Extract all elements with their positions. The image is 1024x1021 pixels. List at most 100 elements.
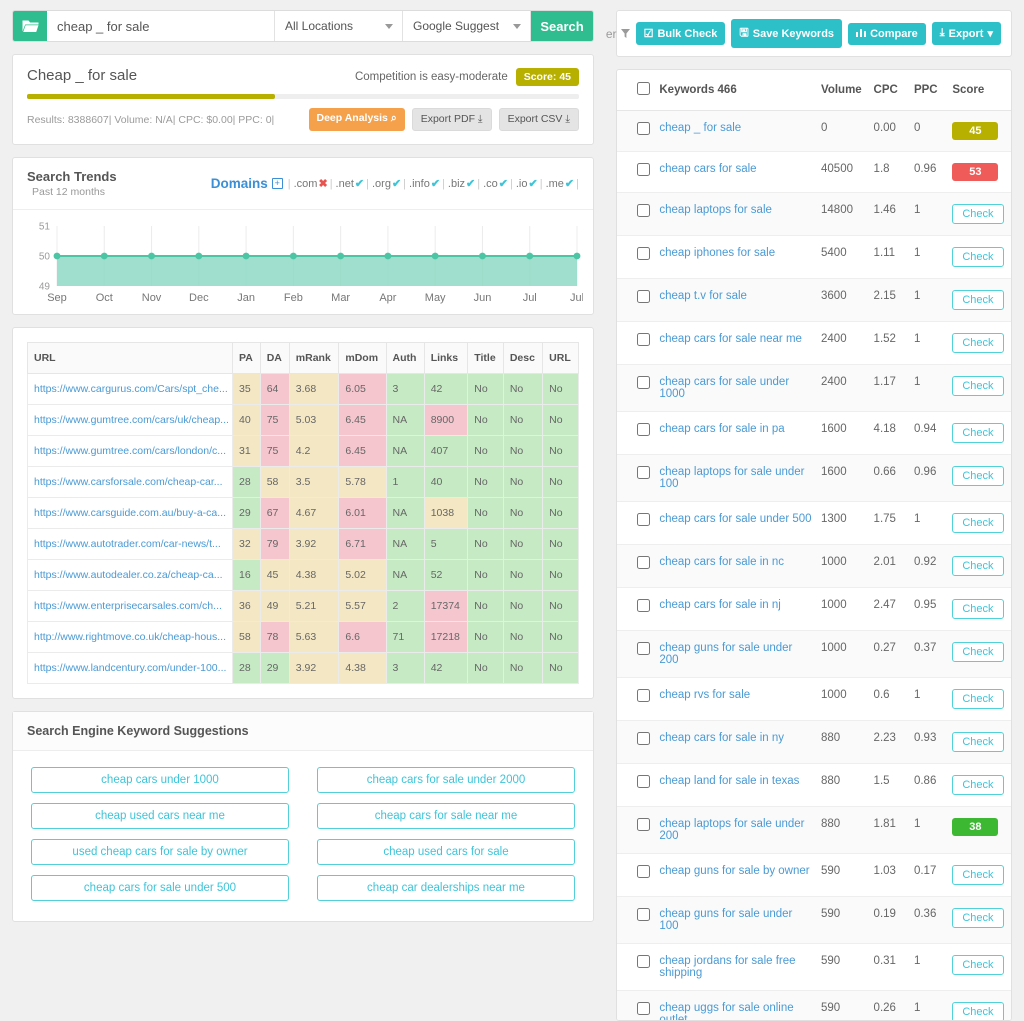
url-table-column-header[interactable]: DA xyxy=(259,342,290,374)
url-link[interactable]: https://www.landcentury.com/under-100... xyxy=(34,662,226,674)
url-cell[interactable]: https://www.carsforsale.com/cheap-car... xyxy=(27,466,233,498)
keyword-link[interactable]: cheap cars for sale in pa xyxy=(659,423,784,435)
row-checkbox[interactable] xyxy=(637,513,650,526)
ppc-column-header[interactable]: PPC xyxy=(909,70,949,111)
check-score-button[interactable]: Check xyxy=(952,556,1004,576)
row-checkbox[interactable] xyxy=(637,376,650,389)
url-table-column-header[interactable]: Links xyxy=(423,342,469,374)
check-score-button[interactable]: Check xyxy=(952,204,1004,224)
row-checkbox[interactable] xyxy=(637,333,650,346)
check-score-button[interactable]: Check xyxy=(952,865,1004,885)
volume-column-header[interactable]: Volume xyxy=(817,70,870,111)
row-checkbox[interactable] xyxy=(637,775,650,788)
row-checkbox[interactable] xyxy=(637,423,650,436)
url-cell[interactable]: https://www.enterprisecarsales.com/ch... xyxy=(27,590,233,622)
search-button[interactable]: Search xyxy=(531,11,593,41)
check-score-button[interactable]: Check xyxy=(952,290,1004,310)
row-checkbox[interactable] xyxy=(637,1002,650,1015)
keyword-link[interactable]: cheap laptops for sale under 200 xyxy=(659,818,804,842)
source-select[interactable]: Google Suggest xyxy=(403,11,531,41)
keyword-suggestion-button[interactable]: cheap cars for sale under 500 xyxy=(31,875,289,901)
url-link[interactable]: https://www.autotrader.com/car-news/t... xyxy=(34,538,221,550)
row-checkbox[interactable] xyxy=(637,204,650,217)
row-checkbox[interactable] xyxy=(637,818,650,831)
cpc-column-header[interactable]: CPC xyxy=(869,70,910,111)
keyword-link[interactable]: cheap cars for sale in nc xyxy=(659,556,784,568)
url-link[interactable]: https://www.enterprisecarsales.com/ch... xyxy=(34,600,222,612)
keyword-link[interactable]: cheap land for sale in texas xyxy=(659,775,799,787)
row-checkbox[interactable] xyxy=(637,556,650,569)
keywords-column-header[interactable]: Keywords 466 xyxy=(655,70,818,111)
row-checkbox[interactable] xyxy=(637,466,650,479)
row-checkbox[interactable] xyxy=(637,122,650,135)
url-cell[interactable]: https://www.carsguide.com.au/buy-a-ca... xyxy=(27,497,233,529)
row-checkbox[interactable] xyxy=(637,290,650,303)
row-checkbox[interactable] xyxy=(637,732,650,745)
export-button[interactable]: ⤓ Export ▾ xyxy=(931,22,1001,45)
keyword-link[interactable]: cheap jordans for sale free shipping xyxy=(659,955,795,979)
url-table-column-header[interactable]: URL xyxy=(542,342,579,374)
url-cell[interactable]: https://www.autodealer.co.za/cheap-ca... xyxy=(27,559,233,591)
url-link[interactable]: https://www.carsguide.com.au/buy-a-ca... xyxy=(34,507,226,519)
compare-button[interactable]: Compare xyxy=(848,22,926,45)
keyword-suggestion-button[interactable]: used cheap cars for sale by owner xyxy=(31,839,289,865)
url-cell[interactable]: https://www.autotrader.com/car-news/t... xyxy=(27,528,233,560)
select-all-checkbox[interactable] xyxy=(637,82,650,95)
export-pdf-button[interactable]: Export PDF ⤓ xyxy=(411,108,492,131)
keyword-suggestion-button[interactable]: cheap used cars near me xyxy=(31,803,289,829)
check-score-button[interactable]: Check xyxy=(952,955,1004,975)
keyword-link[interactable]: cheap guns for sale under 100 xyxy=(659,908,792,932)
url-cell[interactable]: https://www.cargurus.com/Cars/spt_che... xyxy=(27,373,233,405)
check-score-button[interactable]: Check xyxy=(952,775,1004,795)
check-score-button[interactable]: Check xyxy=(952,732,1004,752)
check-score-button[interactable]: Check xyxy=(952,247,1004,267)
url-table-column-header[interactable]: Title xyxy=(467,342,504,374)
export-csv-button[interactable]: Export CSV ⤓ xyxy=(498,108,579,131)
folder-open-icon[interactable] xyxy=(13,11,47,41)
keyword-link[interactable]: cheap iphones for sale xyxy=(659,247,775,259)
keyword-link[interactable]: cheap cars for sale in nj xyxy=(659,599,780,611)
url-table-column-header[interactable]: URL xyxy=(27,342,233,374)
check-score-button[interactable]: Check xyxy=(952,513,1004,533)
keyword-link[interactable]: cheap t.v for sale xyxy=(659,290,747,302)
keyword-suggestion-button[interactable]: cheap cars for sale near me xyxy=(317,803,575,829)
keyword-link[interactable]: cheap guns for sale under 200 xyxy=(659,642,792,666)
row-checkbox[interactable] xyxy=(637,599,650,612)
check-score-button[interactable]: Check xyxy=(952,423,1004,443)
row-checkbox[interactable] xyxy=(637,689,650,702)
check-score-button[interactable]: Check xyxy=(952,908,1004,928)
plus-box-icon[interactable]: + xyxy=(271,178,283,189)
row-checkbox[interactable] xyxy=(637,247,650,260)
check-score-button[interactable]: Check xyxy=(952,466,1004,486)
check-score-button[interactable]: Check xyxy=(952,333,1004,353)
keyword-link[interactable]: cheap cars for sale xyxy=(659,163,756,175)
row-checkbox[interactable] xyxy=(637,908,650,921)
url-table-column-header[interactable]: mDom xyxy=(338,342,387,374)
location-select[interactable]: All Locations xyxy=(275,11,403,41)
url-cell[interactable]: https://www.gumtree.com/cars/uk/cheap... xyxy=(27,404,233,436)
check-score-button[interactable]: Check xyxy=(952,642,1004,662)
keyword-suggestion-button[interactable]: cheap cars for sale under 2000 xyxy=(317,767,575,793)
row-checkbox[interactable] xyxy=(637,642,650,655)
keyword-link[interactable]: cheap cars for sale in ny xyxy=(659,732,784,744)
url-cell[interactable]: http://www.rightmove.co.uk/cheap-hous... xyxy=(27,621,233,653)
url-link[interactable]: http://www.rightmove.co.uk/cheap-hous... xyxy=(34,631,226,643)
keyword-link[interactable]: cheap guns for sale by owner xyxy=(659,865,809,877)
url-cell[interactable]: https://www.gumtree.com/cars/london/c... xyxy=(27,435,233,467)
url-table-column-header[interactable]: Desc xyxy=(502,342,544,374)
row-checkbox[interactable] xyxy=(637,955,650,968)
check-score-button[interactable]: Check xyxy=(952,376,1004,396)
check-score-button[interactable]: Check xyxy=(952,599,1004,619)
score-column-header[interactable]: Score xyxy=(948,70,1011,111)
keyword-link[interactable]: cheap cars for sale near me xyxy=(659,333,802,345)
url-link[interactable]: https://www.gumtree.com/cars/london/c... xyxy=(34,445,226,457)
save-keywords-button[interactable]: 🖫 Save Keywords xyxy=(731,19,843,48)
check-score-button[interactable]: Check xyxy=(952,689,1004,709)
url-table-column-header[interactable]: Auth xyxy=(385,342,425,374)
bulk-check-button[interactable]: ☑ Bulk Check xyxy=(635,22,726,45)
url-table-column-header[interactable]: mRank xyxy=(288,342,340,374)
row-checkbox[interactable] xyxy=(637,163,650,176)
keyword-link[interactable]: cheap uggs for sale online outlet xyxy=(659,1002,793,1020)
row-checkbox[interactable] xyxy=(637,865,650,878)
url-link[interactable]: https://www.carsforsale.com/cheap-car... xyxy=(34,476,223,488)
